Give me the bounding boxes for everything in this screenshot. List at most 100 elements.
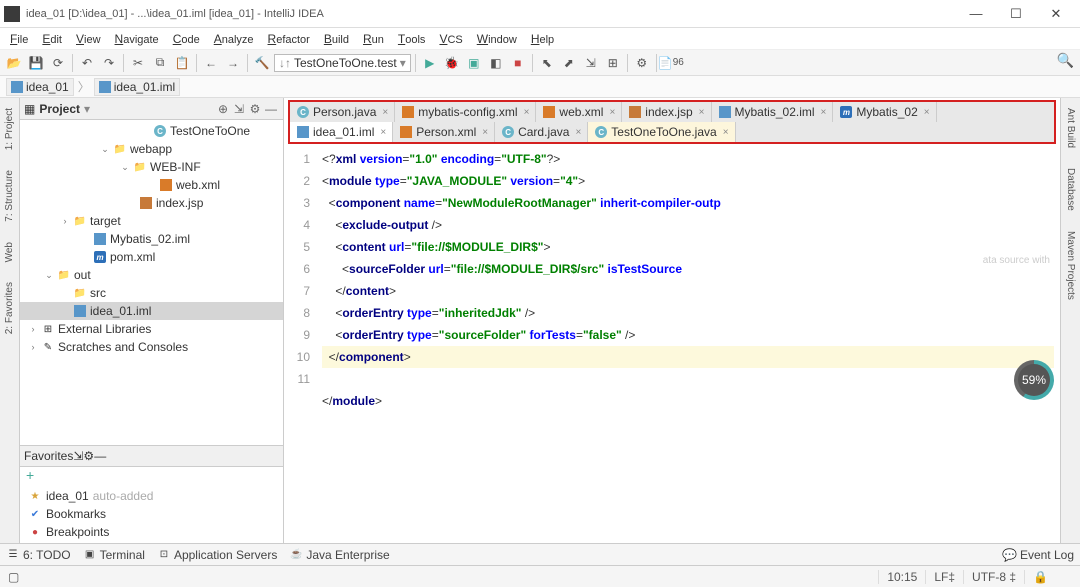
menu-help[interactable]: Help [525,30,560,48]
tree-row[interactable]: ›✎Scratches and Consoles [20,338,283,356]
paste-icon[interactable]: 📋 [172,53,192,73]
tree-row[interactable]: 📁src [20,284,283,302]
tree-row[interactable]: idea_01.iml [20,302,283,320]
bottom-tab[interactable]: ☕Java Enterprise [289,548,389,562]
close-tab-icon[interactable]: × [924,107,930,118]
fav-expand-icon[interactable]: ⇲ [73,449,83,463]
left-tab[interactable]: 2: Favorites [2,276,17,340]
close-tab-icon[interactable]: × [575,127,581,138]
open-icon[interactable]: 📂 [4,53,24,73]
close-tab-icon[interactable]: × [821,107,827,118]
close-tab-icon[interactable]: × [723,127,729,138]
debug-icon[interactable]: 🐞 [442,53,462,73]
menu-code[interactable]: Code [167,30,206,48]
hide-icon[interactable]: — [263,102,279,116]
close-tab-icon[interactable]: × [609,107,615,118]
menu-build[interactable]: Build [318,30,355,48]
event-log-button[interactable]: 💬 Event Log [1002,548,1074,562]
tree-row[interactable]: ›📁target [20,212,283,230]
tree-row[interactable]: web.xml [20,176,283,194]
left-tab[interactable]: Web [2,236,17,268]
left-tab[interactable]: 7: Structure [2,164,17,228]
bottom-tab[interactable]: ▣Terminal [83,548,145,562]
fav-gear-icon[interactable]: ⚙ [83,449,94,463]
tree-arrow-icon[interactable]: ⌄ [44,270,54,281]
file-encoding[interactable]: UTF-8 ‡ [963,570,1024,584]
settings-icon[interactable]: ⚙ [632,53,652,73]
close-button[interactable]: ✕ [1036,1,1076,27]
close-tab-icon[interactable]: × [380,127,386,138]
close-tab-icon[interactable]: × [524,107,530,118]
editor-tab[interactable]: idea_01.iml× [290,122,393,142]
menu-window[interactable]: Window [471,30,523,48]
tree-arrow-icon[interactable]: › [60,216,70,226]
right-tab[interactable]: Database [1063,162,1078,217]
tree-arrow-icon[interactable]: ⌄ [120,162,130,173]
left-tab[interactable]: 1: Project [2,102,17,156]
gear-icon[interactable]: ⚙ [247,102,263,116]
profile-icon[interactable]: ◧ [486,53,506,73]
back-icon[interactable]: ← [201,53,221,73]
menu-analyze[interactable]: Analyze [208,30,260,48]
status-square-icon[interactable]: ▢ [8,570,19,584]
menu-view[interactable]: View [70,30,107,48]
fav-hide-icon[interactable]: — [94,449,106,463]
breadcrumb-item[interactable]: idea_01.iml [94,78,180,96]
tree-row[interactable]: mpom.xml [20,248,283,266]
coverage-icon[interactable]: ▣ [464,53,484,73]
bottom-tab[interactable]: ⊡Application Servers [157,548,277,562]
editor-tab[interactable]: mMybatis_02× [833,102,936,122]
tree-row[interactable]: ⌄📁out [20,266,283,284]
code-editor[interactable]: <?xml version="1.0" encoding="UTF-8"?> <… [316,144,1060,543]
run-config-dropdown[interactable]: ↓↑TestOneToOne.test▾ [274,54,411,72]
favorite-row[interactable]: ✔Bookmarks [20,505,283,523]
tree-row[interactable]: ⌄📁webapp [20,140,283,158]
cut-icon[interactable]: ✂ [128,53,148,73]
save-icon[interactable]: 💾 [26,53,46,73]
tool2-icon[interactable]: ⬈ [559,53,579,73]
tree-row[interactable]: index.jsp [20,194,283,212]
tool4-icon[interactable]: ⊞ [603,53,623,73]
tool3-icon[interactable]: ⇲ [581,53,601,73]
editor-tab[interactable]: CPerson.java× [290,102,395,122]
lock-icon[interactable]: 🔒 [1024,570,1056,584]
project-tree[interactable]: CTestOneToOne⌄📁webapp⌄📁WEB-INFweb.xmlind… [20,120,283,445]
tree-row[interactable]: ⌄📁WEB-INF [20,158,283,176]
editor-tab[interactable]: index.jsp× [622,102,711,122]
close-tab-icon[interactable]: × [699,107,705,118]
hammer-icon[interactable]: 🔨 [252,53,272,73]
menu-tools[interactable]: Tools [392,30,432,48]
search-icon[interactable]: 🔍 [1057,52,1074,69]
stop-icon[interactable]: ■ [508,53,528,73]
tree-row[interactable]: Mybatis_02.iml [20,230,283,248]
tree-row[interactable]: ›⊞External Libraries [20,320,283,338]
refresh-icon[interactable]: ⟳ [48,53,68,73]
expand-icon[interactable]: ⇲ [231,102,247,116]
editor-tab[interactable]: Mybatis_02.iml× [712,102,834,122]
tree-row[interactable]: CTestOneToOne [20,122,283,140]
tree-arrow-icon[interactable]: › [28,324,38,334]
editor-tab[interactable]: CTestOneToOne.java× [588,122,735,142]
editor-tab[interactable]: mybatis-config.xml× [395,102,536,122]
tree-arrow-icon[interactable]: › [28,342,38,352]
collapse-icon[interactable]: ⊕ [215,102,231,116]
undo-icon[interactable]: ↶ [77,53,97,73]
menu-edit[interactable]: Edit [36,30,68,48]
maximize-button[interactable]: ☐ [996,1,1036,27]
tree-arrow-icon[interactable]: ⌄ [100,144,110,155]
progress-gauge[interactable]: 59% [1014,360,1054,400]
editor-tab[interactable]: CCard.java× [495,122,588,142]
editor-tab[interactable]: Person.xml× [393,122,495,142]
menu-file[interactable]: File [4,30,34,48]
tool1-icon[interactable]: ⬉ [537,53,557,73]
line-separator[interactable]: LF‡ [925,570,963,584]
redo-icon[interactable]: ↷ [99,53,119,73]
right-tab[interactable]: Maven Projects [1063,225,1078,306]
breadcrumb-item[interactable]: idea_01 [6,78,74,96]
right-tab[interactable]: Ant Build [1063,102,1078,154]
favorite-row[interactable]: ●Breakpoints [20,523,283,541]
run-icon[interactable]: ▶ [420,53,440,73]
counter-icon[interactable]: 📄 96 [661,53,681,73]
menu-run[interactable]: Run [357,30,390,48]
menu-navigate[interactable]: Navigate [109,30,165,48]
